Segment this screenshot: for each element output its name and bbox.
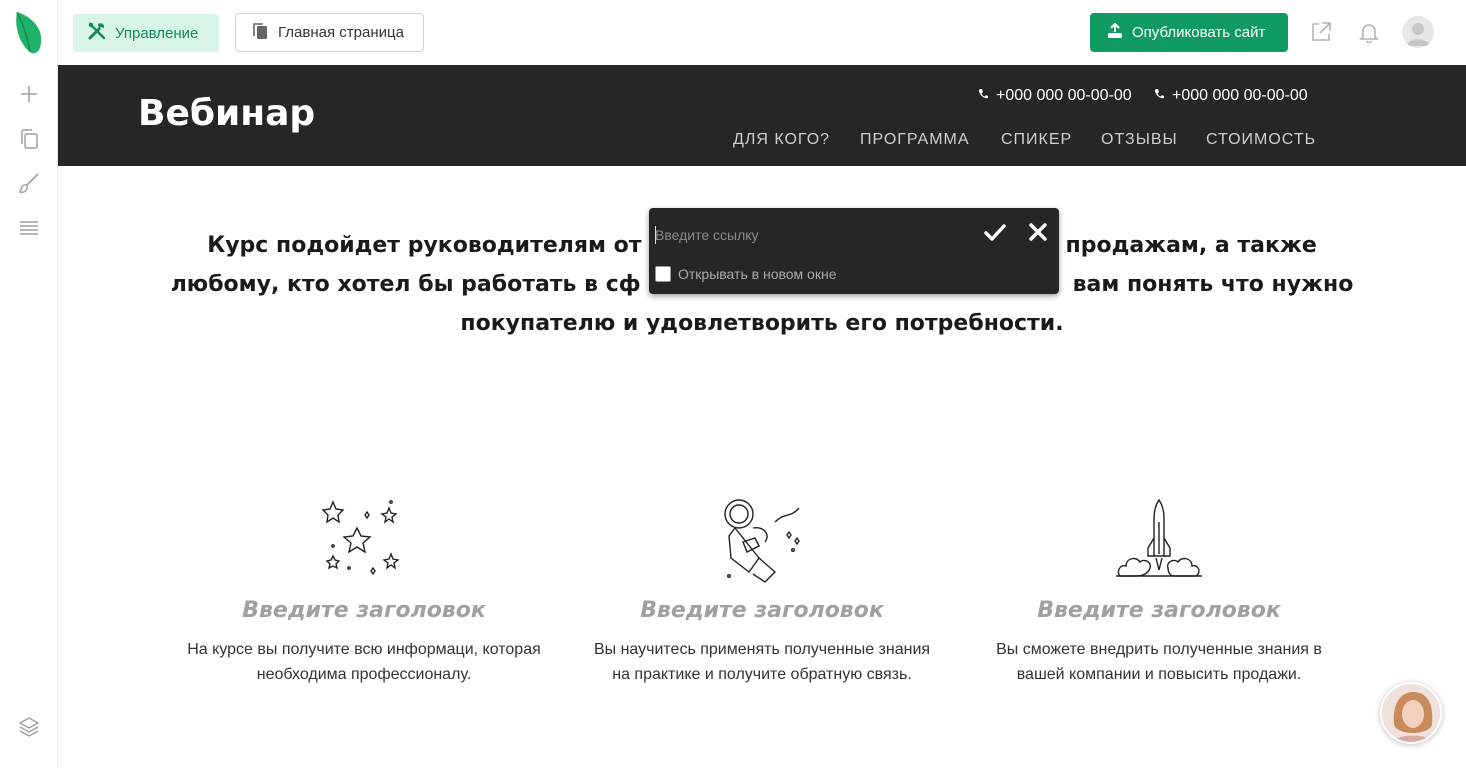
lead-line-3: покупателю и удовлетворить его потребнос… (460, 311, 1064, 336)
tools-icon (87, 21, 107, 45)
feature-title[interactable]: Введите заголовок (174, 598, 554, 623)
publish-icon (1106, 22, 1124, 44)
nav-for-whom[interactable]: ДЛЯ КОГО? (733, 131, 830, 149)
publish-button[interactable]: Опубликовать сайт (1090, 13, 1288, 52)
rocket-icon (969, 498, 1349, 584)
stars-icon (174, 498, 554, 584)
list-icon[interactable] (16, 215, 42, 241)
feature-text[interactable]: На курсе вы получите всю информаци, кото… (174, 637, 554, 687)
phone-2-text: +000 000 00-00-00 (1172, 87, 1308, 104)
pages-icon (252, 22, 270, 44)
site-title[interactable]: Вебинар (138, 93, 315, 134)
text-caret (655, 226, 656, 244)
chat-support-avatar[interactable] (1380, 682, 1442, 744)
manage-button[interactable]: Управление (73, 14, 219, 52)
pages-icon[interactable] (16, 126, 42, 152)
layers-icon[interactable] (16, 714, 42, 740)
link-popover: Открывать в новом окне (649, 208, 1059, 294)
external-link-icon[interactable] (1308, 19, 1334, 45)
feature-card: Введите заголовок На курсе вы получите в… (174, 498, 554, 687)
publish-label: Опубликовать сайт (1132, 24, 1266, 41)
nav-program[interactable]: ПРОГРАММА (860, 131, 970, 149)
user-avatar[interactable] (1402, 16, 1434, 48)
feature-text[interactable]: Вы сможете внедрить полученные знания в … (969, 637, 1349, 687)
new-window-label[interactable]: Открывать в новом окне (678, 266, 836, 282)
feature-title[interactable]: Введите заголовок (572, 598, 952, 623)
nav-price[interactable]: СТОИМОСТЬ (1206, 131, 1316, 149)
new-window-option: Открывать в новом окне (655, 266, 836, 282)
phone-2[interactable]: +000 000 00-00-00 (1154, 87, 1308, 105)
phone-1[interactable]: +000 000 00-00-00 (978, 87, 1132, 105)
bell-icon[interactable] (1356, 19, 1382, 45)
left-sidebar (0, 0, 58, 768)
feature-title[interactable]: Введите заголовок (969, 598, 1349, 623)
brush-icon[interactable] (16, 170, 42, 196)
feature-text[interactable]: Вы научитесь применять полученные знания… (572, 637, 952, 687)
nav-speaker[interactable]: СПИКЕР (1001, 131, 1072, 149)
phone-1-text: +000 000 00-00-00 (996, 87, 1132, 104)
link-url-input[interactable] (655, 224, 955, 246)
nav-reviews[interactable]: ОТЗЫВЫ (1101, 131, 1178, 149)
new-window-checkbox[interactable] (655, 266, 671, 282)
site-header: Вебинар +000 000 00-00-00 +000 000 00-00… (58, 65, 1466, 166)
phone-icon (978, 87, 988, 105)
leaf-logo[interactable] (14, 10, 44, 54)
plus-icon[interactable] (16, 81, 42, 107)
phone-icon (1154, 87, 1164, 105)
confirm-checkmark-icon[interactable] (983, 220, 1007, 244)
astronaut-icon (572, 498, 952, 584)
close-icon[interactable] (1027, 220, 1049, 244)
top-toolbar: Управление Главная страница Опубликовать… (58, 0, 1466, 65)
manage-label: Управление (115, 24, 199, 42)
feature-card: Введите заголовок Вы научитесь применять… (572, 498, 952, 687)
home-page-label: Главная страница (278, 24, 404, 41)
home-page-button[interactable]: Главная страница (235, 13, 424, 52)
feature-card: Введите заголовок Вы сможете внедрить по… (969, 498, 1349, 687)
